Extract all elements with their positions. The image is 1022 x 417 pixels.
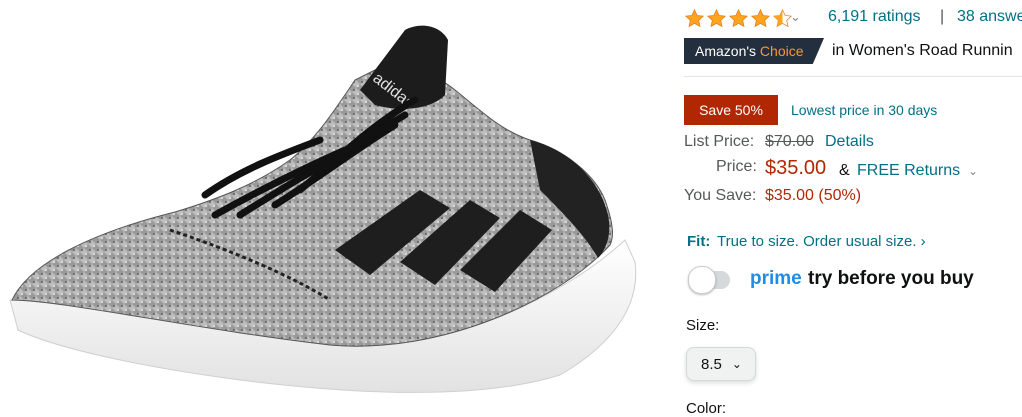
size-selected-value: 8.5 xyxy=(701,355,722,373)
list-price-label: List Price: xyxy=(684,133,755,150)
chevron-down-icon[interactable]: ⌄ xyxy=(790,9,801,25)
fit-label: Fit: xyxy=(687,233,711,250)
choice-category-link[interactable]: in Women's Road Runnin xyxy=(832,42,1013,60)
chevron-down-icon[interactable]: ⌄ xyxy=(968,164,978,178)
toggle-knob[interactable] xyxy=(688,266,716,294)
list-price-details-link[interactable]: Details xyxy=(825,133,874,151)
deal-badge: Save 50% xyxy=(684,95,778,125)
ratings-count-link[interactable]: 6,191 ratings xyxy=(828,8,921,26)
rating-separator: | xyxy=(940,8,945,25)
color-label: Color: xyxy=(686,400,727,417)
price-amp: & xyxy=(839,162,850,179)
size-dropdown[interactable]: 8.5 ⌄ xyxy=(686,347,756,381)
list-price-value: $70.00 xyxy=(765,133,814,150)
sneaker-illustration: adidas xyxy=(9,25,637,393)
choice-badge-prefix: Amazon's xyxy=(695,43,757,59)
free-returns-link[interactable]: FREE Returns xyxy=(857,162,960,180)
star-rating[interactable] xyxy=(684,8,793,30)
you-save-value: $35.00 (50%) xyxy=(765,187,862,204)
you-save-label: You Save: xyxy=(684,187,757,204)
price-value: $35.00 xyxy=(765,157,827,179)
choice-badge-highlight: Choice xyxy=(759,43,804,59)
star-full-icon xyxy=(706,8,727,28)
amazons-choice-badge: Amazon's Choice xyxy=(684,38,824,64)
size-label: Size: xyxy=(686,317,720,334)
answered-questions-link[interactable]: 38 answe xyxy=(957,8,1022,26)
chevron-down-icon: ⌄ xyxy=(731,357,742,371)
star-full-icon xyxy=(728,8,749,28)
fit-recommendation-link[interactable]: True to size. Order usual size. › xyxy=(717,233,926,250)
prime-logo-text: prime xyxy=(750,268,802,289)
prime-try-before-text: try before you buy xyxy=(808,268,974,289)
product-image[interactable]: adidas xyxy=(0,0,650,408)
section-divider xyxy=(684,76,1022,77)
star-full-icon xyxy=(750,8,771,28)
deal-note: Lowest price in 30 days xyxy=(791,102,938,118)
star-full-icon xyxy=(684,8,705,28)
price-label: Price: xyxy=(716,158,757,175)
